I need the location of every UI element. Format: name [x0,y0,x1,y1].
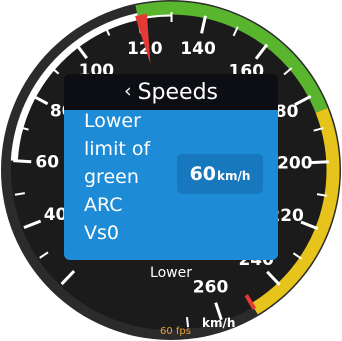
scale-label: 140 [180,39,216,59]
gauge-unit-label: km/h [202,316,235,330]
description-line: Vs0 [84,222,119,244]
speed-value-field[interactable]: 60 km/h [177,154,263,194]
description-line: ARC [84,194,123,216]
speed-value-unit: km/h [217,169,251,183]
description-line: Lower [84,110,141,132]
scale-label: 60 [35,153,59,173]
major-tick [13,159,32,164]
panel-title: Speeds [137,79,219,105]
major-tick [310,160,329,165]
panel-header: ‹ Speeds [64,74,278,110]
gauge-caption: Lower [150,265,192,281]
chevron-left-icon: ‹ [123,80,132,102]
scale-label: 200 [277,154,313,174]
back-button[interactable]: ‹ Speeds [64,74,278,110]
fps-counter: 60 fps [160,326,191,337]
speed-value: 60 [189,163,217,185]
speeds-settings-panel: ‹ Speeds Lower limit of green ARC Vs0 60… [64,74,278,260]
panel-body: Lower limit of green ARC Vs0 60 km/h [64,110,278,260]
